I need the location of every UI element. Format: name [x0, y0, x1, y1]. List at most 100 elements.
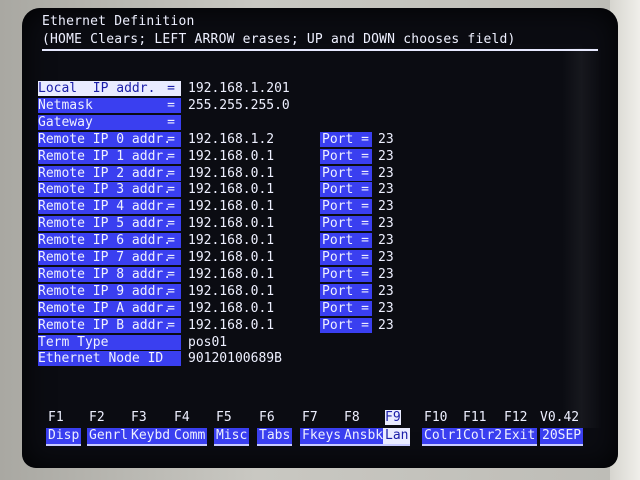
field-label[interactable]: Remote IP 1 addr. =: [38, 149, 181, 164]
field-value[interactable]: 192.168.0.1: [188, 149, 274, 164]
field-value[interactable]: 192.168.1.2: [188, 132, 274, 147]
function-key-f11[interactable]: F11 Colr2: [461, 410, 505, 454]
field-label[interactable]: Remote IP 0 addr. =: [38, 132, 181, 147]
field-value[interactable]: 192.168.0.1: [188, 250, 274, 265]
header-divider: [42, 49, 598, 51]
function-key-f3[interactable]: F3 Keybd: [129, 410, 173, 454]
field-label[interactable]: Term Type: [38, 335, 181, 350]
field-label-text: Remote IP B addr.: [38, 318, 172, 333]
field-equals: =: [167, 250, 175, 265]
field-value[interactable]: 192.168.1.201: [188, 81, 290, 96]
function-key-number: F11: [463, 410, 487, 425]
function-key-number: F1: [48, 410, 64, 425]
port-label[interactable]: Port =: [320, 284, 372, 299]
field-label-text: Remote IP 5 addr.: [38, 216, 172, 231]
field-label[interactable]: Remote IP 5 addr. =: [38, 216, 181, 231]
field-equals: =: [167, 284, 175, 299]
port-value[interactable]: 23: [378, 233, 394, 248]
port-label[interactable]: Port =: [320, 182, 372, 197]
field-equals: =: [167, 132, 175, 147]
port-value[interactable]: 23: [378, 182, 394, 197]
field-value[interactable]: pos01: [188, 335, 227, 350]
port-value[interactable]: 23: [378, 132, 394, 147]
field-equals: =: [167, 81, 175, 96]
field-label[interactable]: Remote IP 8 addr. =: [38, 267, 181, 282]
function-key-number: F10: [424, 410, 448, 425]
field-value[interactable]: 192.168.0.1: [188, 216, 274, 231]
port-label[interactable]: Port =: [320, 149, 372, 164]
port-label[interactable]: Port =: [320, 199, 372, 214]
field-value[interactable]: 192.168.0.1: [188, 318, 274, 333]
port-value[interactable]: 23: [378, 250, 394, 265]
function-key-label: Disp: [46, 428, 82, 446]
function-key-label: Fkeys: [300, 428, 344, 446]
field-value[interactable]: 255.255.255.0: [188, 98, 290, 113]
port-value[interactable]: 23: [378, 267, 394, 282]
function-key-number: F6: [259, 410, 275, 425]
function-key-f9[interactable]: F9 Lan: [383, 410, 421, 454]
port-label[interactable]: Port =: [320, 233, 372, 248]
field-label[interactable]: Ethernet Node ID: [38, 351, 181, 366]
port-value[interactable]: 23: [378, 301, 394, 316]
field-value[interactable]: 90120100689B: [188, 351, 282, 366]
function-key-f7[interactable]: F7 Fkeys: [300, 410, 344, 454]
function-key-f10[interactable]: F10 Colr1: [422, 410, 466, 454]
function-key-label: Misc: [214, 428, 250, 446]
function-key-f8[interactable]: F8 Ansbk: [342, 410, 386, 454]
version-date: 20SEP: [540, 428, 584, 446]
field-label-text: Remote IP 0 addr.: [38, 132, 172, 147]
field-value[interactable]: 192.168.0.1: [188, 267, 274, 282]
function-key-label: Comm: [172, 428, 208, 446]
function-key-f4[interactable]: F4 Comm: [172, 410, 210, 454]
field-value[interactable]: 192.168.0.1: [188, 284, 274, 299]
field-label-text: Term Type: [38, 335, 109, 350]
field-value[interactable]: 192.168.0.1: [188, 301, 274, 316]
port-label[interactable]: Port =: [320, 216, 372, 231]
field-label[interactable]: Gateway =: [38, 115, 181, 130]
port-label[interactable]: Port =: [320, 318, 372, 333]
field-label[interactable]: Remote IP 7 addr. =: [38, 250, 181, 265]
port-label[interactable]: Port =: [320, 267, 372, 282]
port-value[interactable]: 23: [378, 318, 394, 333]
port-label[interactable]: Port =: [320, 166, 372, 181]
port-value[interactable]: 23: [378, 199, 394, 214]
function-key-f12[interactable]: F12 Exit: [502, 410, 540, 454]
field-equals: =: [167, 115, 175, 130]
port-value[interactable]: 23: [378, 149, 394, 164]
field-value[interactable]: 192.168.0.1: [188, 182, 274, 197]
field-equals: =: [167, 216, 175, 231]
field-label[interactable]: Remote IP 9 addr. =: [38, 284, 181, 299]
port-value[interactable]: 23: [378, 216, 394, 231]
function-key-f5[interactable]: F5 Misc: [214, 410, 252, 454]
field-equals: =: [167, 166, 175, 181]
function-key-number: F2: [89, 410, 105, 425]
port-value[interactable]: 23: [378, 284, 394, 299]
function-key-f6[interactable]: F6 Tabs: [257, 410, 295, 454]
port-label[interactable]: Port =: [320, 250, 372, 265]
function-key-number: F8: [344, 410, 360, 425]
field-label-text: Netmask: [38, 98, 93, 113]
field-label[interactable]: Remote IP 2 addr. =: [38, 166, 181, 181]
field-label[interactable]: Remote IP 4 addr. =: [38, 199, 181, 214]
function-key-label: Lan: [383, 428, 411, 446]
field-label[interactable]: Local IP addr. =: [38, 81, 181, 96]
field-label[interactable]: Remote IP A addr. =: [38, 301, 181, 316]
function-key-f2[interactable]: F2 Genrl: [87, 410, 131, 454]
field-label-text: Remote IP A addr.: [38, 301, 172, 316]
function-key-label: Keybd: [129, 428, 173, 446]
field-value[interactable]: 192.168.0.1: [188, 199, 274, 214]
page-title: Ethernet Definition: [42, 14, 195, 29]
field-label[interactable]: Remote IP 6 addr. =: [38, 233, 181, 248]
field-label-text: Remote IP 1 addr.: [38, 149, 172, 164]
field-equals: =: [167, 149, 175, 164]
function-key-f1[interactable]: F1 Disp: [46, 410, 84, 454]
port-value[interactable]: 23: [378, 166, 394, 181]
port-label[interactable]: Port =: [320, 132, 372, 147]
field-value[interactable]: 192.168.0.1: [188, 233, 274, 248]
port-label[interactable]: Port =: [320, 301, 372, 316]
field-label-text: Remote IP 3 addr.: [38, 182, 172, 197]
field-label[interactable]: Remote IP B addr. =: [38, 318, 181, 333]
field-label[interactable]: Netmask =: [38, 98, 181, 113]
field-value[interactable]: 192.168.0.1: [188, 166, 274, 181]
field-label[interactable]: Remote IP 3 addr. =: [38, 182, 181, 197]
